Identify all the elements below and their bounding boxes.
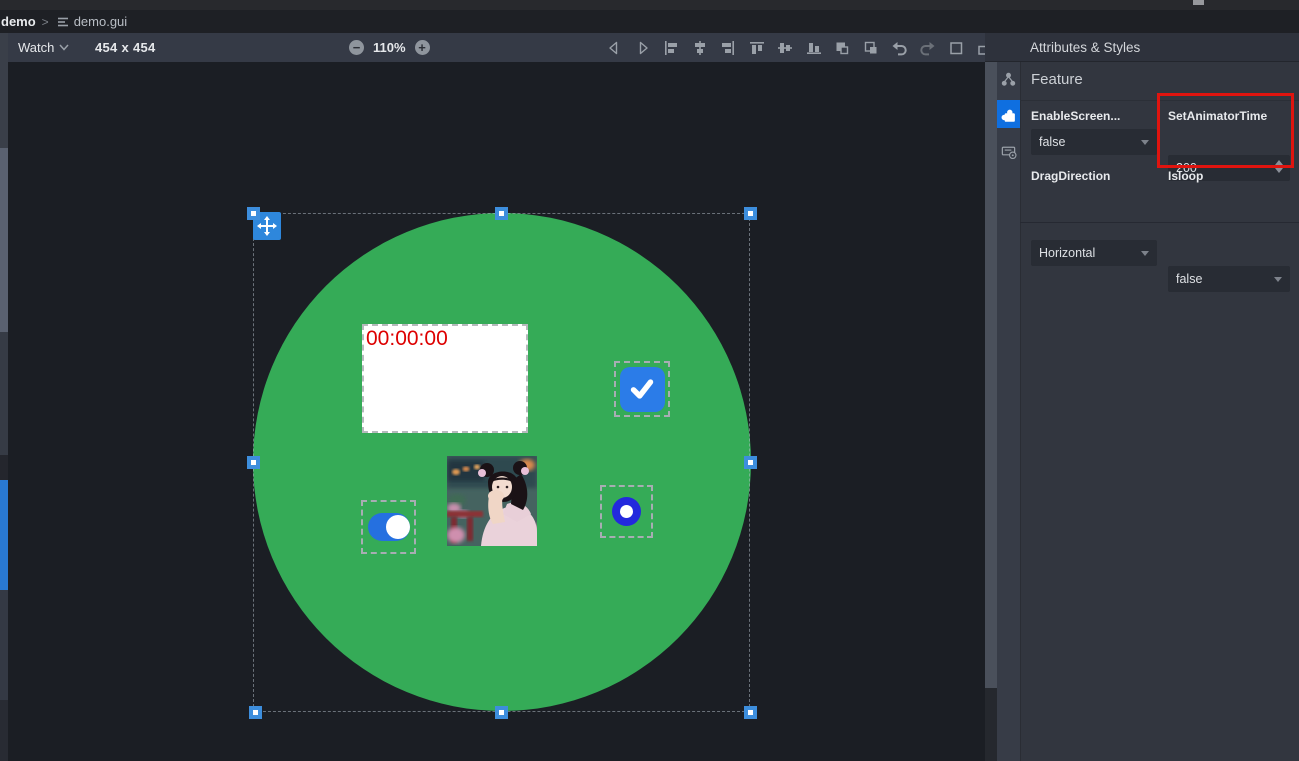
send-backward-icon[interactable]: [862, 39, 880, 57]
align-left-icon[interactable]: [662, 39, 680, 57]
left-panel-edge-3: [0, 455, 8, 480]
image-widget[interactable]: [447, 456, 537, 546]
tab-feature[interactable]: [997, 100, 1020, 128]
redo-icon[interactable]: [919, 39, 937, 57]
breadcrumb-chevron-icon: >: [42, 15, 49, 29]
selection-handle-bottom-left[interactable]: [249, 706, 262, 719]
chevron-down-icon: [1141, 140, 1149, 145]
breadcrumb-file[interactable]: demo.gui: [74, 14, 127, 29]
girl-image: [447, 456, 537, 546]
undo-icon[interactable]: [890, 39, 908, 57]
chevron-down-icon: [59, 44, 69, 51]
right-panel-header: Attributes & Styles: [985, 33, 1299, 62]
section-divider-bottom: [1020, 222, 1299, 223]
puzzle-icon: [1000, 106, 1017, 123]
highlight-annotation-box: [1157, 93, 1294, 168]
left-panel-edge-5: [0, 700, 8, 761]
checkbox-widget[interactable]: [614, 361, 670, 417]
canvas-size-label: 454 x 454: [95, 33, 156, 62]
dropdown-dragdirection-value: Horizontal: [1039, 246, 1095, 260]
field-label-isloop: Isloop: [1168, 169, 1293, 183]
window-top-strip: [0, 0, 1299, 10]
align-center-horizontal-icon[interactable]: [691, 39, 709, 57]
nav-next-button[interactable]: [634, 39, 652, 57]
nodes-icon: [1000, 71, 1017, 88]
selection-handle-bottom-right[interactable]: [744, 706, 757, 719]
zoom-in-button[interactable]: +: [415, 40, 430, 55]
align-bottom-icon[interactable]: [805, 39, 823, 57]
left-scrollbar-thumb[interactable]: [0, 148, 8, 332]
dropdown-isloop-value: false: [1176, 272, 1202, 286]
alignment-toolbar: [605, 33, 994, 62]
selection-handle-top-right[interactable]: [744, 207, 757, 220]
watch-mode-dropdown[interactable]: Watch: [18, 33, 69, 62]
right-panel-title: Attributes & Styles: [1030, 40, 1140, 55]
selection-handle-mid-right[interactable]: [744, 456, 757, 469]
breadcrumb-project[interactable]: demo: [1, 14, 36, 29]
tab-hierarchy[interactable]: [997, 65, 1020, 93]
chevron-down-icon: [1274, 277, 1282, 282]
align-middle-vertical-icon[interactable]: [776, 39, 794, 57]
gui-designer-window: demo > demo.gui Watch 454 x 454 − 110% +: [0, 0, 1299, 761]
nav-prev-button[interactable]: [605, 39, 623, 57]
dropdown-enablescreen-value: false: [1039, 135, 1065, 149]
tab-style-info[interactable]: [997, 137, 1020, 165]
clock-text: 00:00:00: [366, 327, 448, 350]
dropdown-isloop[interactable]: false: [1168, 266, 1290, 292]
bring-forward-icon[interactable]: [833, 39, 851, 57]
selection-handle-top-center[interactable]: [495, 207, 508, 220]
selection-handle-mid-left[interactable]: [247, 456, 260, 469]
zoom-out-button[interactable]: −: [349, 40, 364, 55]
align-top-icon[interactable]: [748, 39, 766, 57]
breadcrumb: demo > demo.gui: [0, 10, 1299, 33]
left-panel-edge: [0, 33, 8, 148]
panel-tab-strip: [997, 62, 1020, 761]
checkbox-checked-icon: [620, 367, 665, 412]
selection-handle-top-left[interactable]: [247, 207, 260, 220]
field-label-dragdirection: DragDirection: [1031, 169, 1156, 183]
window-control-partial: [1193, 0, 1204, 5]
dropdown-enablescreen[interactable]: false: [1031, 129, 1157, 155]
panel-info-icon: [1000, 143, 1017, 160]
toggle-pill: [368, 513, 410, 541]
radio-button-widget[interactable]: [600, 485, 653, 538]
frame-select-icon[interactable]: [947, 39, 965, 57]
file-list-icon: [56, 15, 70, 29]
left-panel-edge-4: [0, 590, 8, 700]
field-label-enablescreen: EnableScreen...: [1031, 109, 1156, 123]
selection-handle-bottom-center[interactable]: [495, 706, 508, 719]
toggle-switch-widget[interactable]: [361, 500, 416, 554]
left-panel-edge-2: [0, 332, 8, 455]
clock-text-widget[interactable]: 00:00:00: [362, 324, 528, 433]
zoom-controls: − 110% +: [349, 33, 430, 62]
canvas-scrollbar-thumb[interactable]: [985, 62, 997, 688]
watch-mode-label: Watch: [18, 40, 54, 55]
radio-ring-icon: [612, 497, 641, 526]
feature-section-title: Feature: [1031, 71, 1083, 88]
align-right-icon[interactable]: [719, 39, 737, 57]
toggle-knob: [386, 515, 410, 539]
dropdown-dragdirection[interactable]: Horizontal: [1031, 240, 1157, 266]
zoom-level: 110%: [373, 40, 406, 55]
left-selected-item-edge[interactable]: [0, 480, 8, 590]
chevron-down-icon: [1141, 251, 1149, 256]
